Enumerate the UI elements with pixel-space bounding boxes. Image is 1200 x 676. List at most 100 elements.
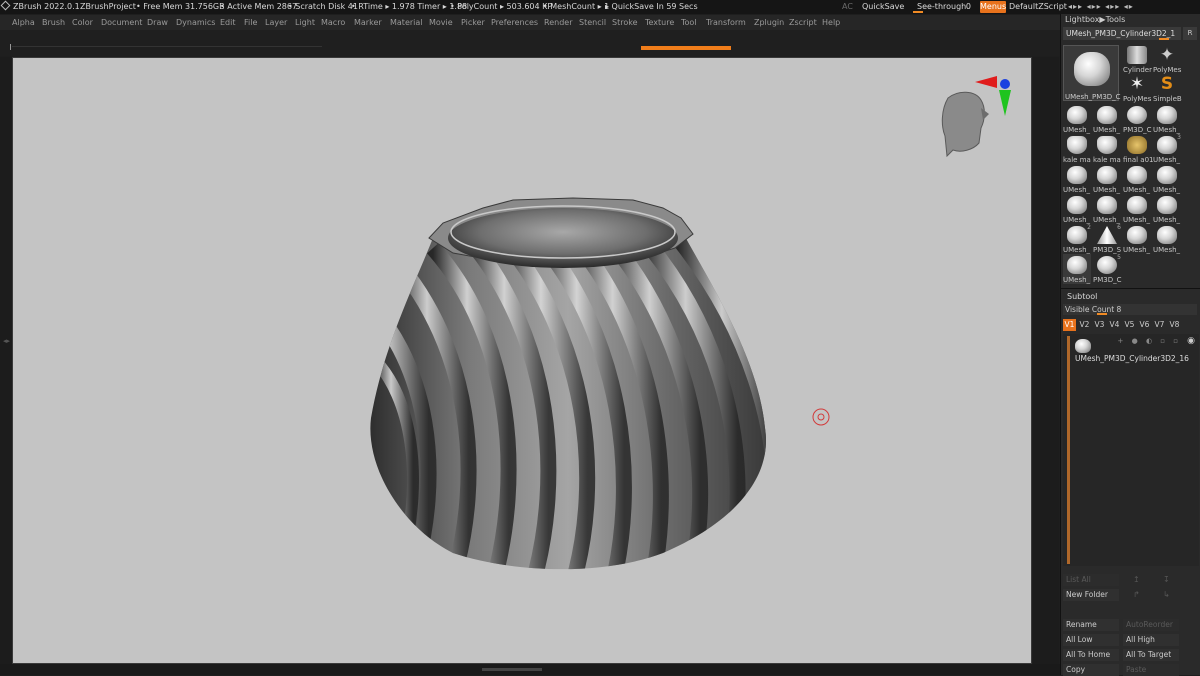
tool-thumb-simplebrush[interactable]: S SimpleB xyxy=(1153,73,1182,103)
app-version: ZBrush 2022.0.1 xyxy=(0,0,80,14)
v1-button[interactable]: V1 xyxy=(1063,319,1076,331)
menu-draw[interactable]: Draw xyxy=(147,15,168,30)
menu-file[interactable]: File xyxy=(244,15,257,30)
see-through-slider[interactable]: See-through 0 xyxy=(913,1,975,13)
tool-thumb[interactable]: UMesh_ xyxy=(1123,164,1151,194)
menu-help[interactable]: Help xyxy=(822,15,840,30)
ac-button[interactable]: AC xyxy=(842,0,853,14)
active-palette-indicator xyxy=(641,46,731,50)
menus-button[interactable]: Menus xyxy=(980,1,1006,13)
tool-thumb[interactable]: UMesh_ xyxy=(1063,194,1091,224)
menu-marker[interactable]: Marker xyxy=(354,15,382,30)
all-high-button[interactable]: All High xyxy=(1123,634,1179,646)
new-folder-button[interactable]: New Folder xyxy=(1063,589,1119,601)
tool-thumb-cylinder[interactable]: Cylinder xyxy=(1123,44,1152,74)
tool-thumb[interactable]: 5 PM3D_C xyxy=(1093,254,1122,284)
tool-thumb[interactable]: UMesh_ xyxy=(1093,104,1121,134)
subtool-title[interactable]: Subtool xyxy=(1067,292,1097,301)
menu-edit[interactable]: Edit xyxy=(220,15,236,30)
tool-thumb[interactable]: UMesh_ xyxy=(1123,224,1151,254)
v2-button[interactable]: V2 xyxy=(1078,319,1091,331)
tool-thumb[interactable]: kale ma xyxy=(1093,134,1121,164)
v3-button[interactable]: V3 xyxy=(1093,319,1106,331)
menu-texture[interactable]: Texture xyxy=(645,15,674,30)
menu-layer[interactable]: Layer xyxy=(265,15,287,30)
bottom-tray-grip[interactable] xyxy=(482,668,542,671)
v8-button[interactable]: V8 xyxy=(1168,319,1181,331)
menu-light[interactable]: Light xyxy=(295,15,315,30)
arrow-icon[interactable]: ↳ xyxy=(1163,590,1170,599)
tool-thumb[interactable]: UMesh_ xyxy=(1153,164,1181,194)
menu-render[interactable]: Render xyxy=(544,15,572,30)
v6-button[interactable]: V6 xyxy=(1138,319,1151,331)
tool-thumb[interactable]: PM3D_C xyxy=(1123,104,1152,134)
tool-thumb[interactable]: UMesh_ xyxy=(1153,194,1181,224)
all-low-button[interactable]: All Low xyxy=(1063,634,1119,646)
subtool-row[interactable]: + ● ◐ ▫ ▫ ◉ UMesh_PM3D_Cylinder3D2_16 xyxy=(1073,336,1197,363)
menu-movie[interactable]: Movie xyxy=(429,15,453,30)
left-tray[interactable]: ◂▸ xyxy=(0,57,12,664)
document-canvas[interactable] xyxy=(12,57,1032,664)
auto-reorder-button[interactable]: AutoReorder xyxy=(1123,619,1179,631)
menu-alpha[interactable]: Alpha xyxy=(12,15,35,30)
subtool-list-scrollbar[interactable] xyxy=(1067,336,1070,564)
left-tray-arrow-icon[interactable]: ◂▸ xyxy=(3,337,10,345)
rename-button[interactable]: Rename xyxy=(1063,619,1119,631)
arrow-icon[interactable]: ↱ xyxy=(1133,590,1140,599)
canvas-scene xyxy=(370,76,1011,570)
tool-thumb[interactable]: 3 UMesh_ xyxy=(1153,134,1181,164)
default-zscript-button[interactable]: DefaultZScript xyxy=(1009,0,1067,14)
menu-dynamics[interactable]: Dynamics xyxy=(176,15,215,30)
menu-transform[interactable]: Transform xyxy=(706,15,746,30)
v7-button[interactable]: V7 xyxy=(1153,319,1166,331)
mesh-icon xyxy=(1157,196,1177,214)
tool-thumb[interactable]: 6 PM3D_S xyxy=(1093,224,1121,254)
copy-button[interactable]: Copy xyxy=(1063,664,1119,676)
current-tool-thumbnail[interactable]: UMesh_PM3D_C xyxy=(1063,45,1121,101)
menu-document[interactable]: Document xyxy=(101,15,142,30)
tool-thumb[interactable]: UMesh_ xyxy=(1123,194,1151,224)
subtool-toggles[interactable]: + ● ◐ ▫ ▫ xyxy=(1118,337,1181,345)
tool-thumb[interactable]: UMesh_ xyxy=(1153,224,1181,254)
move-up-icon[interactable]: ↥ xyxy=(1133,575,1140,584)
current-tool-field[interactable]: UMesh_PM3D_Cylinder3D2_1 xyxy=(1063,27,1181,40)
menu-material[interactable]: Material xyxy=(390,15,423,30)
menu-tool[interactable]: Tool xyxy=(681,15,697,30)
tool-r-button[interactable]: R xyxy=(1183,27,1197,40)
tool-thumb[interactable]: final a01 xyxy=(1123,134,1153,164)
paste-button[interactable]: Paste xyxy=(1123,664,1179,676)
quicksave-button[interactable]: QuickSave xyxy=(862,0,904,14)
menu-zscript[interactable]: Zscript xyxy=(789,15,817,30)
menu-picker[interactable]: Picker xyxy=(461,15,485,30)
tool-thumb[interactable]: UMesh_ xyxy=(1093,194,1121,224)
menu-color[interactable]: Color xyxy=(72,15,93,30)
menu-stroke[interactable]: Stroke xyxy=(612,15,638,30)
tool-thumb[interactable]: UMesh_ xyxy=(1153,104,1181,134)
all-to-home-button[interactable]: All To Home xyxy=(1063,649,1119,661)
visibility-eye-icon[interactable]: ◉ xyxy=(1187,336,1195,346)
menu-zplugin[interactable]: Zplugin xyxy=(754,15,784,30)
move-down-icon[interactable]: ↧ xyxy=(1163,575,1170,584)
visible-count-slider[interactable]: Visible Count 8 xyxy=(1063,304,1197,315)
tool-thumb[interactable]: UMesh_ xyxy=(1063,104,1091,134)
menu-stencil[interactable]: Stencil xyxy=(579,15,606,30)
v4-button[interactable]: V4 xyxy=(1108,319,1121,331)
v5-button[interactable]: V5 xyxy=(1123,319,1136,331)
layout-icons[interactable]: ◂▸▸ ◂▸▸ ◂▸▸ ◂▸ xyxy=(1068,0,1134,14)
tool-thumb-polymesh-2[interactable]: ✶ PolyMes xyxy=(1123,73,1151,103)
tool-thumb[interactable]: UMesh_ xyxy=(1093,164,1121,194)
menu-preferences[interactable]: Preferences xyxy=(491,15,538,30)
tool-thumb[interactable]: kale ma xyxy=(1063,134,1091,164)
lightbox-tools-title[interactable]: Lightbox▶Tools xyxy=(1065,15,1125,24)
tool-thumb[interactable]: UMesh_ xyxy=(1063,164,1091,194)
menu-macro[interactable]: Macro xyxy=(321,15,345,30)
tool-thumb-polymesh[interactable]: ✦ PolyMes xyxy=(1153,44,1181,74)
menu-brush[interactable]: Brush xyxy=(42,15,65,30)
tool-thumb-selected[interactable]: UMesh_ xyxy=(1063,254,1091,284)
list-all-button[interactable]: List All xyxy=(1063,574,1119,586)
navigation-head-gizmo[interactable] xyxy=(941,76,1011,158)
all-to-target-button[interactable]: All To Target xyxy=(1123,649,1179,661)
subtool-list[interactable]: + ● ◐ ▫ ▫ ◉ UMesh_PM3D_Cylinder3D2_16 xyxy=(1063,334,1199,566)
tool-thumb[interactable]: 2 UMesh_ xyxy=(1063,224,1091,254)
brush-cursor xyxy=(812,408,830,426)
